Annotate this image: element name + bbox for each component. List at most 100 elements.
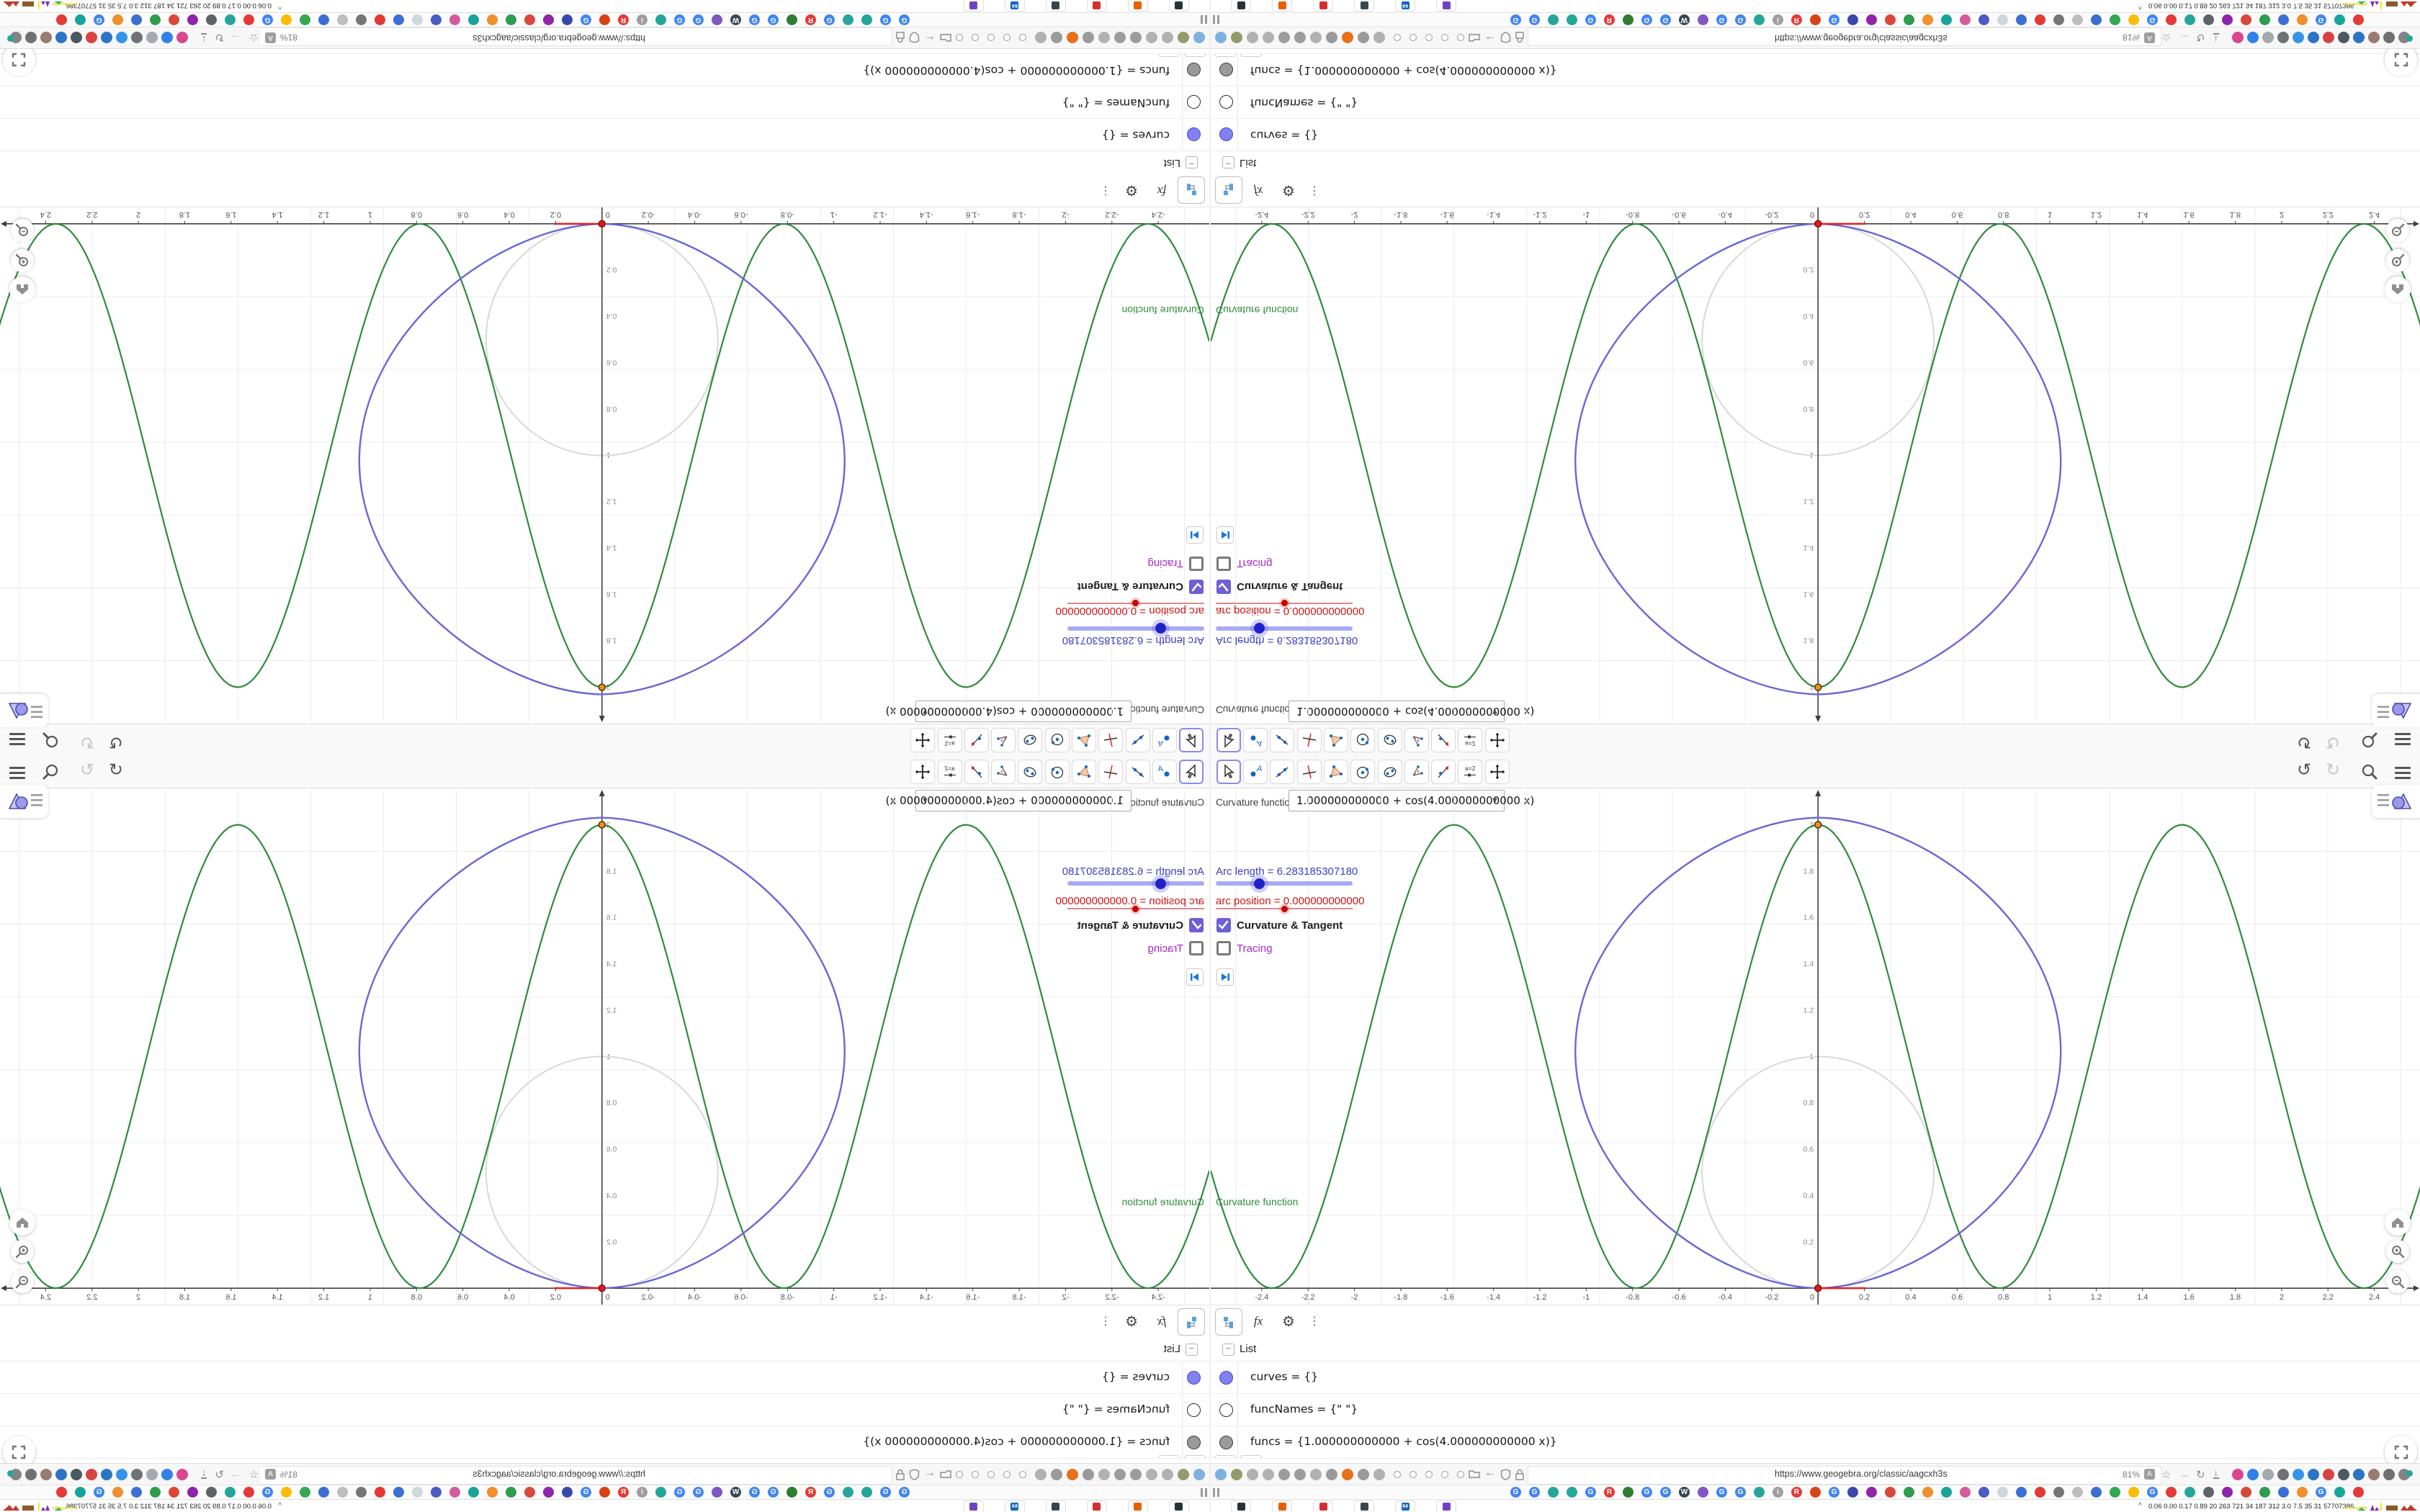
tab-favicon[interactable] [2053,14,2064,25]
arc-length-slider-knob[interactable] [1155,878,1166,889]
tool-perpendicular-line-button[interactable] [1297,728,1322,752]
translate-icon[interactable]: A [265,32,276,43]
extension-icon[interactable] [40,32,52,43]
tab-favicon[interactable] [843,1487,853,1498]
reload-icon[interactable]: ↻ [215,1468,224,1481]
taskbar-app-button[interactable] [1046,0,1066,12]
step-forward-button[interactable] [1216,968,1234,986]
page-zoom-indicator[interactable]: 81% [280,1470,297,1480]
extension-icon[interactable] [2308,32,2319,43]
undo-icon[interactable]: ↺ [109,760,123,780]
tray-expand-icon[interactable]: ^ [278,1502,282,1510]
extension-icon[interactable] [86,32,97,43]
tool-slider-button[interactable]: a=2 [1458,760,1482,784]
shield-icon[interactable] [1500,28,1511,43]
tool-ellipse-button[interactable] [1378,760,1402,784]
visibility-marble[interactable] [1219,127,1233,141]
tracing-checkbox[interactable] [1216,941,1231,955]
browser-menu-icon[interactable] [7,1470,14,1477]
tab-favicon[interactable] [712,14,722,25]
visibility-marble[interactable] [1219,1403,1233,1417]
extension-icon[interactable] [25,32,37,43]
extension-icon[interactable] [2368,32,2380,43]
algebra-row-funcnames[interactable]: funcNames = {" "} [0,86,1209,119]
tab-favicon[interactable] [843,14,853,25]
graphics-stylebar-button[interactable] [2372,694,2420,727]
urlbar-dot-2[interactable] [1003,1471,1010,1478]
extension-icon[interactable] [1342,1469,1353,1480]
tool-point-button[interactable]: A [1243,760,1268,784]
tab-favicon[interactable] [1941,1487,1952,1498]
arc-position-slider-knob[interactable] [1132,906,1139,912]
tab-favicon[interactable] [318,14,329,25]
tab-favicon[interactable] [2222,1487,2233,1498]
tab-favicon[interactable] [131,1487,142,1498]
bookmark-star-icon[interactable]: ☆ [249,31,259,44]
tab-favicon[interactable]: G [1735,14,1746,25]
extension-icon[interactable] [176,1469,188,1480]
extension-icon[interactable] [1083,1469,1094,1480]
tab-favicon[interactable] [1698,1487,1708,1498]
tool-reflect-button[interactable] [1431,728,1456,752]
tool-perpendicular-line-button[interactable] [1098,728,1123,752]
tab-favicon[interactable]: G [674,1487,685,1498]
arc-length-slider-knob[interactable] [1254,623,1265,634]
folder-icon[interactable] [940,30,951,43]
tab-favicon[interactable]: G [1641,14,1652,25]
tab-favicon[interactable]: G [262,1487,273,1498]
tab-favicon[interactable] [2128,1487,2139,1498]
graphics-stylebar-button[interactable] [0,694,48,727]
tab-favicon[interactable]: G [674,14,685,25]
algebra-list-header[interactable]: − List [0,151,1209,174]
urlbar-dot-2[interactable] [1410,34,1417,41]
tab-favicon[interactable]: G [1716,14,1727,25]
tab-favicon[interactable]: G [1716,1487,1727,1498]
home-button[interactable] [2385,276,2411,302]
taskbar-app-button[interactable] [1436,0,1456,12]
urlbar-dot-1[interactable] [1394,1471,1401,1478]
tray-expand-icon[interactable]: ^ [2138,2,2142,10]
arc-position-slider-knob[interactable] [1281,906,1288,912]
reload-icon[interactable]: ↻ [215,31,224,44]
taskbar-app-button[interactable] [964,1500,984,1512]
extension-icon[interactable] [101,1469,112,1480]
extension-icon[interactable] [1130,32,1142,43]
algebra-list-header[interactable]: − List [0,1338,1209,1361]
tab-favicon[interactable]: G [880,14,891,25]
tab-favicon[interactable] [2166,1487,2177,1498]
tab-favicon[interactable]: G [581,14,591,25]
tab-favicon[interactable] [1567,1487,1577,1498]
extension-icon[interactable] [1035,32,1047,43]
bookmark-star-icon[interactable]: ☆ [2161,1468,2171,1481]
reload-icon[interactable]: ↻ [2196,1468,2205,1481]
tab-favicon[interactable] [225,1487,236,1498]
extension-icon[interactable] [116,32,127,43]
urlbar-dot-4[interactable] [1441,34,1448,41]
tool-angle-button[interactable]: a [1404,728,1429,752]
tab-favicon[interactable]: G [1660,1487,1671,1498]
extension-icon[interactable] [2232,32,2244,43]
collapse-icon[interactable]: − [1186,1344,1198,1356]
tab-favicon[interactable]: G [1829,14,1839,25]
extension-icon[interactable] [1247,32,1258,43]
extension-icon[interactable] [1231,32,1242,43]
tool-move-button[interactable] [1179,728,1204,752]
algebra-row-curves[interactable]: curves = {} [0,1361,1209,1394]
tab-favicon[interactable] [2334,1487,2345,1498]
extension-icon[interactable] [2353,32,2365,43]
tab-favicon[interactable]: R [805,1487,816,1498]
folder-icon[interactable] [940,1469,951,1482]
taskbar-app-button[interactable] [1169,0,1189,12]
tab-favicon[interactable]: G [94,1487,104,1498]
tab-favicon[interactable] [2334,14,2345,25]
tool-perpendicular-line-button[interactable] [1297,760,1322,784]
tracing-checkbox[interactable] [1216,557,1231,571]
extension-icon[interactable] [2232,1469,2244,1480]
extension-icon[interactable] [2368,1469,2380,1480]
tool-ellipse-button[interactable] [1018,728,1042,752]
tab-favicon[interactable] [393,1487,404,1498]
curvature-tangent-checkbox[interactable] [1189,918,1204,932]
tab-favicon[interactable]: R [618,14,629,25]
tab-favicon[interactable] [2184,1487,2195,1498]
extension-icon[interactable] [1231,1469,1242,1480]
